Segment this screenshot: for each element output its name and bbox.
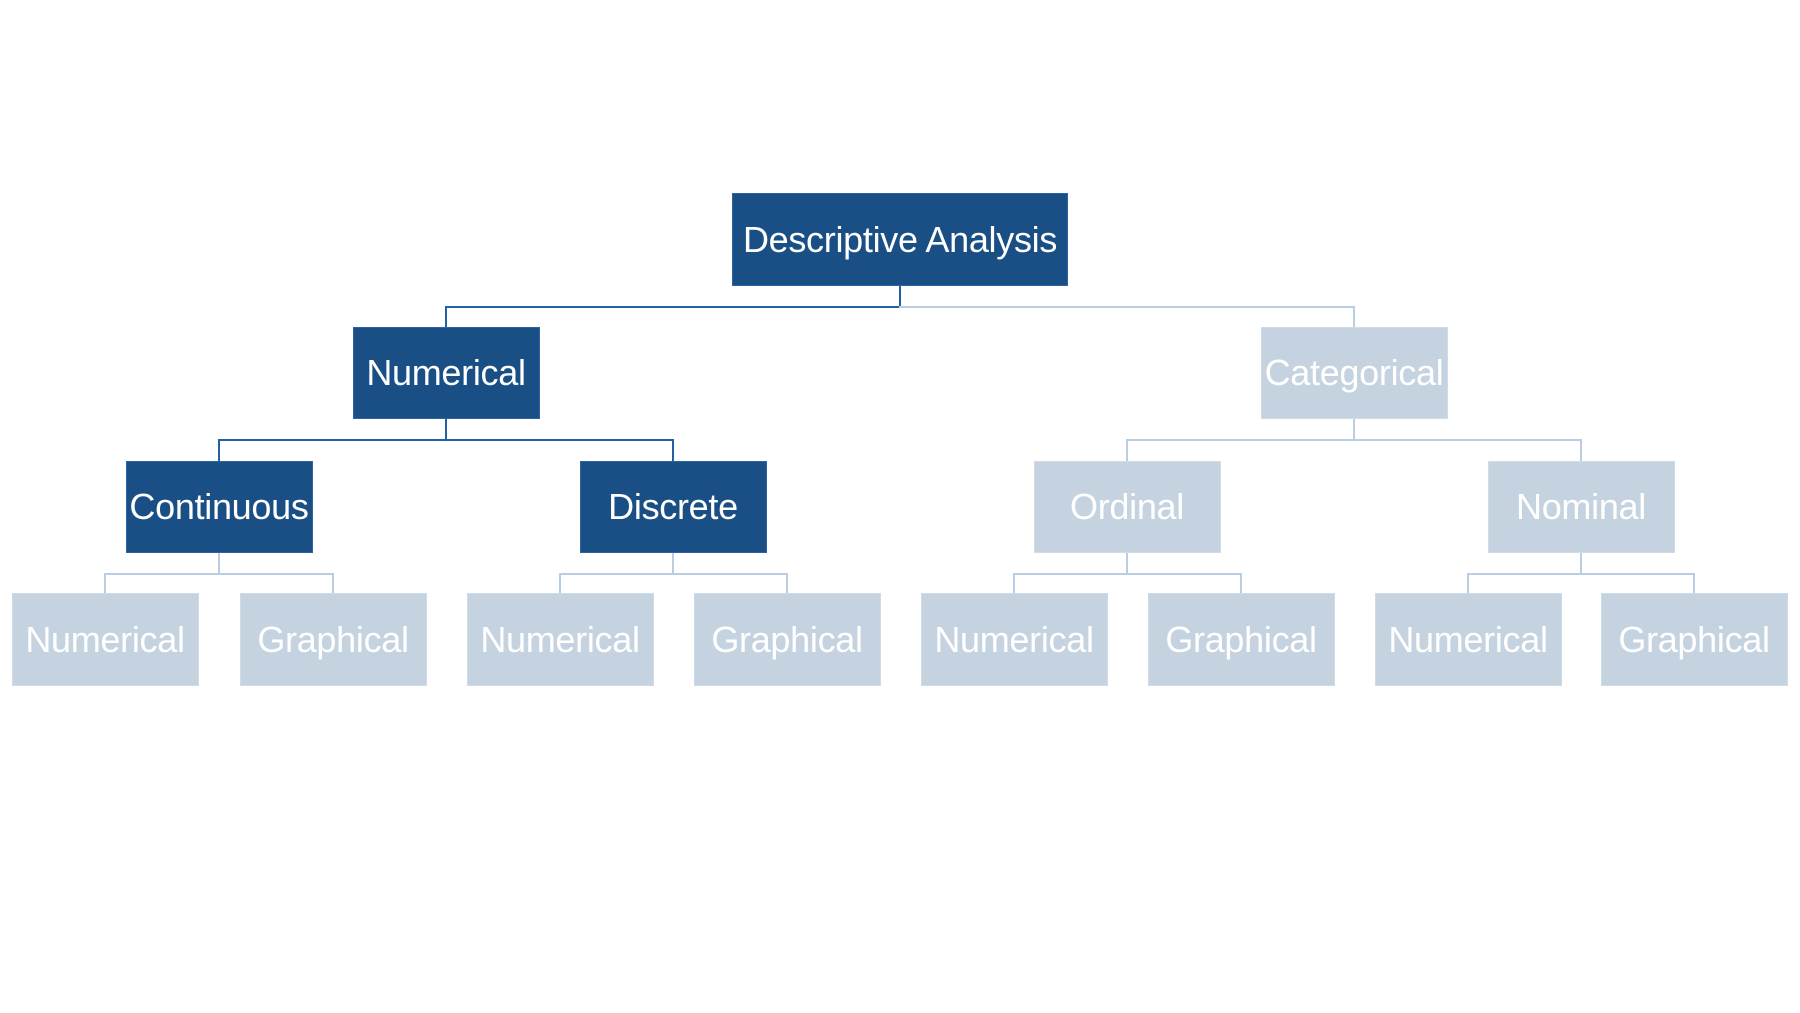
node-categorical-nominal-graphical: Graphical bbox=[1600, 593, 1788, 686]
node-numerical-continuous-numerical: Numerical bbox=[11, 593, 199, 686]
connector-drop bbox=[332, 573, 334, 593]
connector-bus bbox=[1126, 439, 1355, 441]
node-label: Categorical bbox=[1264, 352, 1444, 393]
node-label: Numerical bbox=[1388, 618, 1548, 660]
connector-bus bbox=[445, 439, 674, 441]
node-label: Continuous bbox=[129, 486, 309, 527]
node-categorical-ordinal: Ordinal bbox=[1033, 461, 1221, 553]
node-label: Graphical bbox=[1165, 618, 1317, 660]
node-categorical-ordinal-graphical: Graphical bbox=[1147, 593, 1335, 686]
connector-drop bbox=[672, 439, 674, 461]
connector-drop bbox=[104, 573, 106, 593]
node-numerical-discrete: Discrete bbox=[579, 461, 767, 553]
descriptive-analysis-tree: Descriptive Analysis Numerical Continuous N… bbox=[0, 0, 1800, 1013]
node-label: Numerical bbox=[366, 352, 526, 393]
node-numerical-discrete-graphical: Graphical bbox=[693, 593, 881, 686]
connector-bus bbox=[672, 573, 788, 575]
node-categorical-nominal-numerical: Numerical bbox=[1374, 593, 1562, 686]
connector-bus bbox=[899, 306, 1355, 308]
node-categorical-ordinal-numerical: Numerical bbox=[920, 593, 1108, 686]
connector-bus bbox=[1126, 573, 1242, 575]
node-categorical: Categorical bbox=[1260, 327, 1448, 419]
connector-drop bbox=[1693, 573, 1695, 593]
connector-drop bbox=[559, 573, 561, 593]
connector-bus bbox=[1580, 573, 1695, 575]
connector-drop bbox=[445, 306, 447, 327]
connector-drop bbox=[1126, 439, 1128, 461]
connector-stem bbox=[218, 553, 220, 575]
connector-drop bbox=[786, 573, 788, 593]
node-label: Numerical bbox=[25, 618, 185, 660]
connector-drop bbox=[1353, 306, 1355, 327]
connector-drop bbox=[1580, 439, 1582, 461]
connector-bus bbox=[218, 439, 447, 441]
connector-bus bbox=[218, 573, 334, 575]
node-label: Numerical bbox=[480, 618, 640, 660]
connector-bus bbox=[1353, 439, 1582, 441]
connector-drop bbox=[1467, 573, 1469, 593]
connector-bus bbox=[559, 573, 674, 575]
connector-drop bbox=[1240, 573, 1242, 593]
connector-drop bbox=[1013, 573, 1015, 593]
node-label: Ordinal bbox=[1070, 486, 1184, 527]
node-label: Nominal bbox=[1516, 486, 1646, 527]
node-numerical-continuous-graphical: Graphical bbox=[239, 593, 427, 686]
connector-bus bbox=[104, 573, 220, 575]
connector-stem bbox=[445, 419, 447, 441]
node-numerical-discrete-numerical: Numerical bbox=[466, 593, 654, 686]
connector-stem bbox=[1580, 553, 1582, 575]
node-label: Graphical bbox=[1618, 618, 1770, 660]
node-label: Graphical bbox=[257, 618, 409, 660]
connector-stem bbox=[1126, 553, 1128, 575]
connector-stem bbox=[1353, 419, 1355, 441]
connector-drop bbox=[218, 439, 220, 461]
connector-bus bbox=[1013, 573, 1128, 575]
connector-bus bbox=[1467, 573, 1582, 575]
node-label: Discrete bbox=[608, 486, 738, 527]
connector-stem bbox=[672, 553, 674, 575]
node-categorical-nominal: Nominal bbox=[1487, 461, 1675, 553]
node-label: Graphical bbox=[711, 618, 863, 660]
node-numerical-continuous: Continuous bbox=[125, 461, 313, 553]
node-numerical: Numerical bbox=[352, 327, 540, 419]
connector-stem bbox=[899, 286, 901, 308]
node-label: Descriptive Analysis bbox=[742, 218, 1058, 260]
connector-bus bbox=[445, 306, 901, 308]
node-label: Numerical bbox=[934, 618, 1094, 660]
root-node: Descriptive Analysis bbox=[732, 193, 1068, 286]
